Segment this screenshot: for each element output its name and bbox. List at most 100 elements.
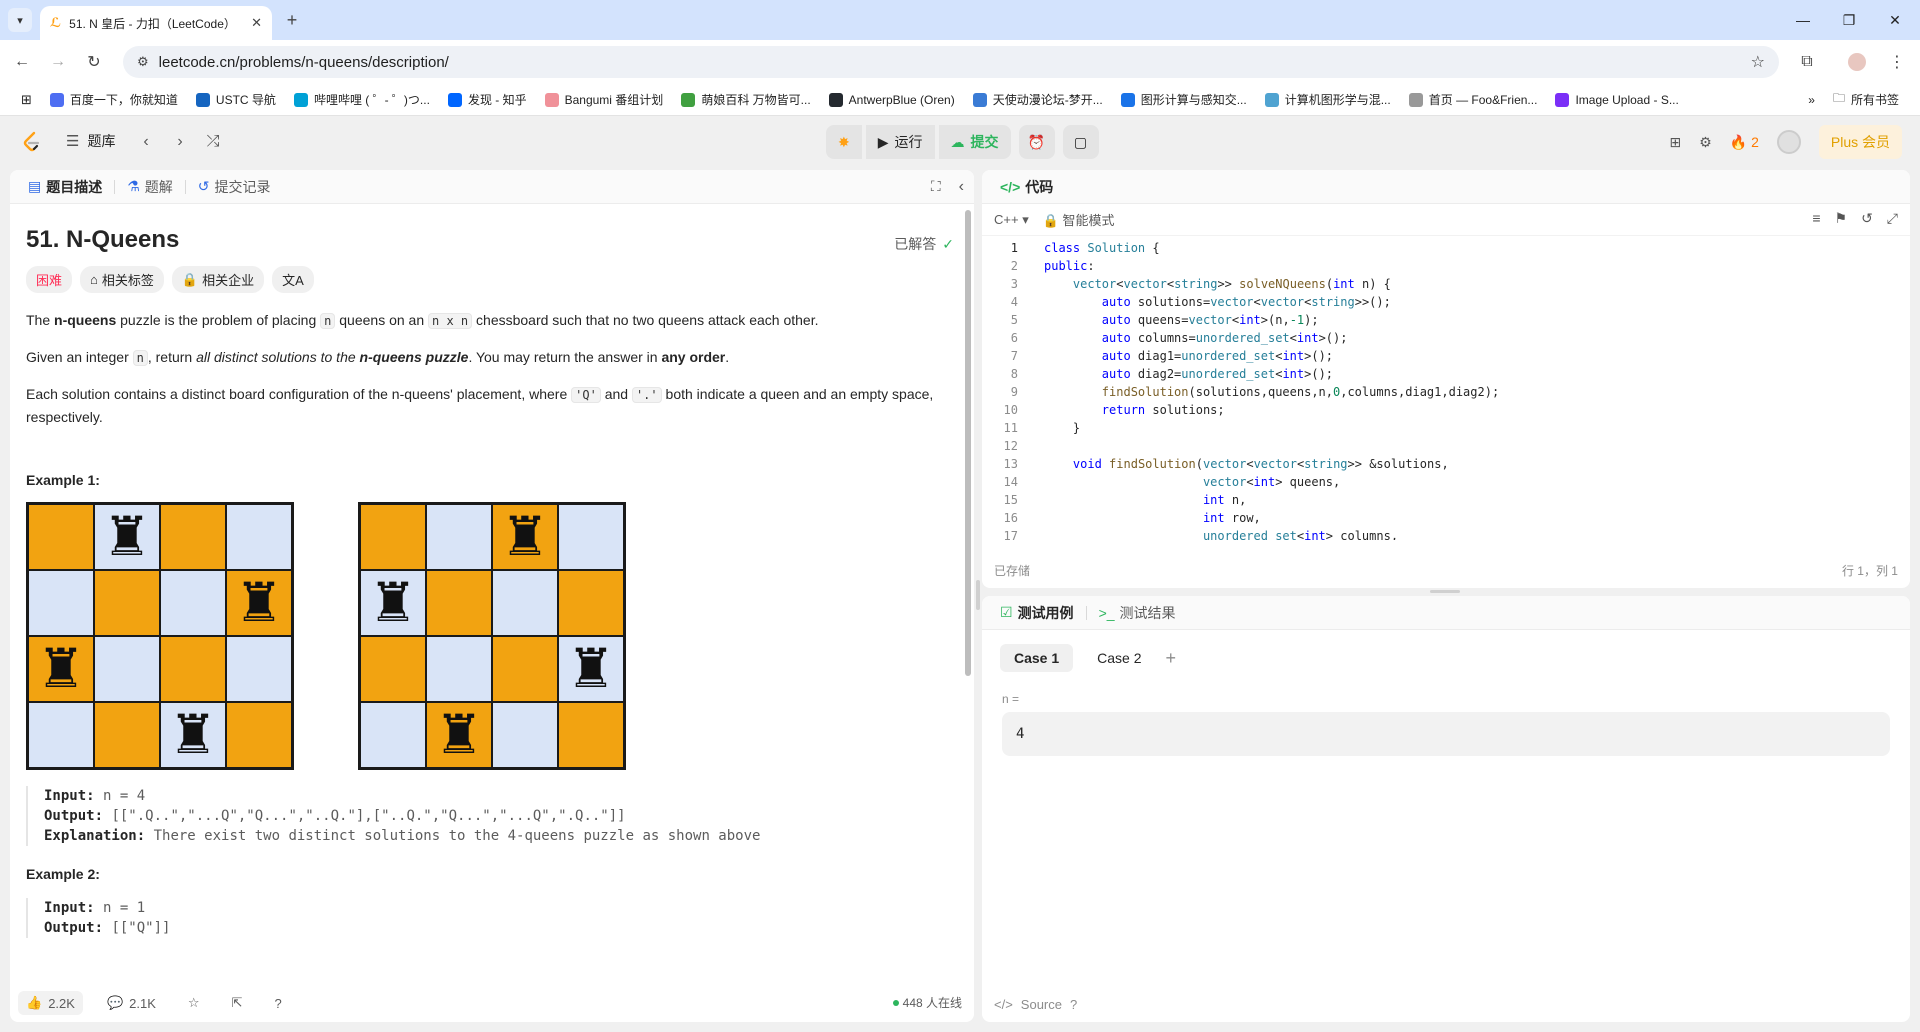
close-window-button[interactable]: ✕ xyxy=(1872,7,1918,33)
extensions-button[interactable]: ⧉ xyxy=(1795,50,1819,74)
submit-button[interactable]: ☁ 提交 xyxy=(938,125,1011,159)
apps-button[interactable]: ⊞ xyxy=(12,92,41,108)
run-button[interactable]: ▶ 运行 xyxy=(865,125,935,159)
related-companies-button[interactable]: 🔒 相关企业 xyxy=(171,266,265,293)
board-cell: ♜ xyxy=(94,504,160,570)
back-button[interactable]: ← xyxy=(10,50,34,74)
all-bookmarks-button[interactable]: 🗀 所有书签 xyxy=(1824,89,1908,110)
notes-button[interactable]: ▢ xyxy=(1062,125,1099,159)
tab-testcases[interactable]: ☑ 测试用例 xyxy=(992,599,1082,627)
chevron-right-icon: › xyxy=(177,133,183,150)
maximize-icon[interactable]: ⛶ xyxy=(931,178,941,195)
bookmark-star-icon[interactable]: ☆ xyxy=(1751,52,1765,72)
layout-grid-icon[interactable]: ⊞ xyxy=(1669,134,1681,151)
line-number: 7 xyxy=(1010,349,1018,363)
case-2-tab[interactable]: Case 2 xyxy=(1083,644,1155,672)
problem-bank-link[interactable]: ☰ 题库 xyxy=(66,131,115,151)
problem-bank-label: 题库 xyxy=(87,133,116,149)
tab-results[interactable]: >_ 测试结果 xyxy=(1091,599,1184,627)
tab-solutions[interactable]: ⚗ 题解 xyxy=(119,173,181,201)
bookmark-item[interactable]: Bangumi 番组计划 xyxy=(536,91,673,108)
inline-code: 'Q' xyxy=(571,387,601,403)
vertical-resize-handle[interactable] xyxy=(976,580,980,610)
next-problem-button[interactable]: › xyxy=(168,130,192,154)
format-icon[interactable]: ≡ xyxy=(1812,210,1820,227)
restore-button[interactable]: ❐ xyxy=(1826,7,1872,33)
horizontal-resize-handle[interactable] xyxy=(1430,590,1460,593)
close-tab-icon[interactable]: ✕ xyxy=(251,15,262,31)
leetcode-logo-icon[interactable] xyxy=(20,130,44,154)
settings-gear-icon[interactable]: ⚙ xyxy=(1699,134,1712,151)
line-number: 13 xyxy=(1003,457,1018,471)
prev-problem-button[interactable]: ‹ xyxy=(134,130,158,154)
bookmark-item[interactable]: 天使动漫论坛-梦开... xyxy=(964,91,1112,108)
address-bar[interactable]: ⚙ leetcode.cn/problems/n-queens/descript… xyxy=(123,46,1779,78)
bookmark-item[interactable]: USTC 导航 xyxy=(187,91,285,108)
profile-button[interactable] xyxy=(1845,50,1869,74)
tab-divider xyxy=(114,179,116,194)
favorite-button[interactable]: ☆ xyxy=(180,991,208,1015)
timer-button[interactable]: ⏰ xyxy=(1018,125,1055,159)
more-bookmarks-button[interactable]: » xyxy=(1799,93,1824,107)
plus-member-button[interactable]: Plus 会员 xyxy=(1818,125,1902,159)
reload-button[interactable]: ↻ xyxy=(82,50,106,74)
bookmark-list: 百度一下，你就知道 USTC 导航 哔哩哔哩 ( ゜- ゜)つ... 发现 - 知乎 B… xyxy=(41,91,1688,108)
question-circle-icon[interactable]: ? xyxy=(1070,997,1077,1012)
tab-description[interactable]: ▤ 题目描述 xyxy=(20,173,110,201)
note-icon: ▢ xyxy=(1073,133,1088,150)
language-select[interactable]: C++ ▾ xyxy=(994,212,1029,228)
bookmark-item[interactable]: 哔哩哔哩 ( ゜- ゜)つ... xyxy=(285,91,439,108)
browser-menu-button[interactable]: ⋮ xyxy=(1885,50,1909,74)
random-problem-button[interactable]: ⤮ xyxy=(201,130,225,154)
code-line: 16 int row, xyxy=(982,509,1910,527)
scrollbar-thumb[interactable] xyxy=(965,210,971,676)
queen-icon: ♜ xyxy=(168,703,218,766)
line-number: 11 xyxy=(1003,421,1018,435)
bookmark-item[interactable]: 图形计算与感知交... xyxy=(1112,91,1256,108)
related-companies-label: 相关企业 xyxy=(202,273,255,288)
board-cell xyxy=(492,636,558,702)
debug-button[interactable]: ✸ xyxy=(826,125,862,159)
bookmark-item[interactable]: 发现 - 知乎 xyxy=(439,91,536,108)
help-button[interactable]: ? xyxy=(266,992,289,1015)
collapse-panel-icon[interactable]: ‹ xyxy=(959,178,964,196)
bookmark-item[interactable]: 首页 — Foo&Frien... xyxy=(1400,91,1547,108)
bookmark-item[interactable]: 萌娘百科 万物皆可... xyxy=(672,91,819,108)
translate-button[interactable]: 文A xyxy=(272,266,314,293)
line-number: 17 xyxy=(1003,529,1018,540)
description-scrollbar[interactable] xyxy=(964,210,972,980)
reset-icon[interactable]: ↺ xyxy=(1861,210,1873,227)
site-info-icon[interactable]: ⚙ xyxy=(137,54,149,70)
forward-button[interactable]: → xyxy=(46,50,70,74)
tab-search-button[interactable]: ▾ xyxy=(8,8,32,32)
smart-mode-toggle[interactable]: 🔒 智能模式 xyxy=(1043,210,1115,229)
comments-button[interactable]: 💬 2.1K xyxy=(99,991,164,1015)
code-editor[interactable]: 1 class Solution {2 public: 3 vector<vector… xyxy=(982,236,1910,540)
case-1-tab[interactable]: Case 1 xyxy=(1000,644,1074,672)
related-topics-button[interactable]: ⌂ 相关标签 xyxy=(80,266,164,293)
board-cell: ♜ xyxy=(28,636,94,702)
like-button[interactable]: 👍 2.2K xyxy=(18,991,83,1015)
code-subbar: C++ ▾ 🔒 智能模式 xyxy=(982,204,1910,236)
new-tab-button[interactable]: + xyxy=(281,9,303,31)
tab-submissions[interactable]: ↺ 提交记录 xyxy=(190,173,279,201)
share-button[interactable]: ⇱ xyxy=(224,991,251,1015)
text: chessboard such that no two queens attac… xyxy=(472,312,819,328)
bookmark-item[interactable]: 百度一下，你就知道 xyxy=(41,91,187,108)
bookmark-item[interactable]: AntwerpBlue (Oren) xyxy=(820,92,964,107)
code-text: unordered_set<int> columns, xyxy=(1202,529,1399,540)
variable-input[interactable]: 4 xyxy=(1002,712,1890,756)
variable-label: n = xyxy=(1002,692,1020,706)
source-link[interactable]: Source xyxy=(1021,997,1062,1012)
bookmark-icon[interactable]: ⚑ xyxy=(1835,210,1848,227)
streak-counter[interactable]: 🔥 2 xyxy=(1730,134,1759,151)
tab-code[interactable]: </> 代码 xyxy=(992,173,1061,201)
add-case-icon[interactable]: + xyxy=(1166,648,1177,669)
bookmark-item[interactable]: Image Upload - S... xyxy=(1546,92,1687,107)
code-line: 10 return solutions; xyxy=(982,401,1910,419)
user-avatar[interactable] xyxy=(1776,130,1801,154)
expand-icon[interactable]: ⤢ xyxy=(1887,210,1898,227)
bookmark-item[interactable]: 计算机图形学与混... xyxy=(1256,91,1400,108)
browser-tab-active[interactable]: ℒ 51. N 皇后 - 力扣（LeetCode） ✕ xyxy=(40,6,272,40)
minimize-button[interactable]: — xyxy=(1780,7,1826,33)
